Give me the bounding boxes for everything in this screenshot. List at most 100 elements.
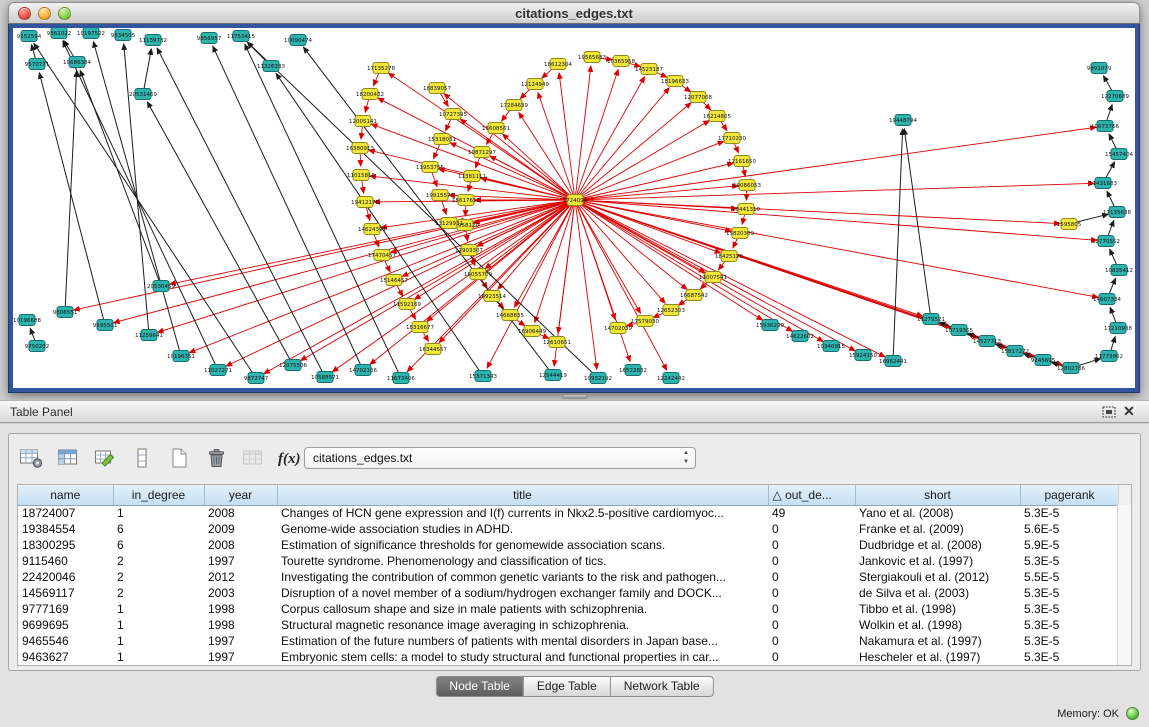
citation-edge-black[interactable] [904, 129, 931, 319]
show-columns-icon[interactable] [54, 444, 82, 472]
graph-node[interactable]: 10673766 [1091, 121, 1119, 132]
table-row[interactable]: 2242004622012Investigating the contribut… [18, 569, 1119, 585]
graph-node[interactable]: 11015816 [347, 170, 375, 181]
network-canvas[interactable]: 1724094186123041212494917284639156085611… [13, 28, 1135, 388]
graph-node[interactable]: 14702039 [604, 323, 632, 334]
citation-edge-red[interactable] [460, 119, 575, 200]
graph-node[interactable]: 15457404 [1105, 149, 1133, 160]
table-row[interactable]: 969969511998Structural magnetic resonanc… [18, 617, 1119, 633]
tab-network-table[interactable]: Network Table [611, 676, 714, 697]
graph-node[interactable]: 10365958 [607, 56, 635, 67]
graph-node[interactable]: 9806551 [53, 307, 78, 318]
graph-node[interactable]: 16687542 [680, 290, 708, 301]
citation-edge-red[interactable] [575, 103, 691, 200]
float-panel-icon[interactable] [1099, 403, 1119, 421]
splitter-handle[interactable] [562, 394, 588, 399]
graph-node[interactable]: 10441310 [732, 204, 760, 215]
table-settings-icon[interactable] [17, 444, 45, 472]
graph-node[interactable]: 20530469 [147, 281, 175, 292]
graph-node[interactable]: 9361022 [47, 28, 72, 39]
close-panel-icon[interactable]: ✕ [1119, 403, 1139, 421]
graph-node[interactable]: 9595501 [93, 320, 118, 331]
tab-edge-table[interactable]: Edge Table [524, 676, 611, 697]
graph-node[interactable]: 9891079 [1087, 63, 1112, 74]
graph-node[interactable]: 11326283 [257, 61, 285, 72]
graph-node[interactable]: 16344557 [419, 344, 447, 355]
graph-node[interactable]: 11027271 [204, 365, 232, 376]
graph-node[interactable]: 11431683 [1089, 178, 1117, 189]
citation-edge-red[interactable] [575, 186, 738, 200]
graph-node[interactable]: 16380913 [346, 143, 374, 154]
graph-node[interactable]: 16962441 [879, 356, 907, 367]
graph-node[interactable]: 14607334 [1093, 294, 1121, 305]
citation-edge-red[interactable] [559, 73, 575, 200]
graph-node[interactable]: 11279521 [917, 314, 945, 325]
graph-node[interactable]: 15608561 [482, 123, 510, 134]
table-row[interactable]: 1872400712008Changes of HCN gene express… [18, 505, 1119, 521]
zoom-window-icon[interactable] [58, 7, 71, 20]
citation-edge-black[interactable] [147, 102, 293, 365]
citation-edge-red[interactable] [114, 200, 575, 323]
column-header-name[interactable]: name [18, 485, 113, 505]
graph-node[interactable]: 17284639 [500, 100, 528, 111]
graph-node[interactable]: 12161650 [728, 156, 756, 167]
citation-network-graph[interactable]: 1724094186123041212494917284639156085611… [13, 28, 1133, 385]
graph-node[interactable]: 12544419 [539, 370, 567, 381]
citation-edge-black[interactable] [124, 44, 149, 335]
graph-node[interactable]: 17710230 [718, 133, 746, 144]
graph-node[interactable]: 12077008 [684, 92, 712, 103]
graph-node[interactable]: 17470457 [368, 250, 396, 261]
graph-node[interactable]: 18316677 [406, 322, 434, 333]
graph-node[interactable]: 10686384 [63, 57, 91, 68]
citation-edge-red[interactable] [575, 127, 1096, 200]
graph-node[interactable]: 14523187 [635, 64, 663, 75]
vertical-scrollbar[interactable] [1117, 505, 1131, 665]
graph-node[interactable]: 11753415 [227, 31, 255, 42]
graph-node[interactable]: 12652303 [657, 305, 685, 316]
graph-node[interactable]: 9856957 [197, 33, 222, 44]
graph-node[interactable]: 12005141 [349, 116, 377, 127]
close-window-icon[interactable] [18, 7, 31, 20]
column-header-title[interactable]: title [277, 485, 768, 505]
citation-edge-black[interactable] [80, 70, 161, 286]
citation-edge-red[interactable] [170, 200, 575, 284]
graph-node[interactable]: 18612304 [544, 59, 572, 70]
citation-edge-red[interactable] [575, 66, 591, 200]
table-row[interactable]: 1938455462009Genome-wide association stu… [18, 521, 1119, 537]
graph-node[interactable]: 9872747 [244, 373, 269, 384]
citation-edge-red[interactable] [391, 200, 575, 253]
table-row[interactable]: 1830029562008Estimation of significance … [18, 537, 1119, 553]
column-header-pagerank[interactable]: pagerank [1020, 485, 1119, 505]
function-builder-icon[interactable]: f(x) [276, 444, 304, 472]
graph-node[interactable]: 9152594 [17, 31, 42, 42]
table-row[interactable]: 1456911722003Disruption of a novel membe… [18, 585, 1119, 601]
column-header-in_degree[interactable]: in_degree [113, 485, 204, 505]
graph-node[interactable]: 12270689 [1101, 91, 1129, 102]
table-row[interactable]: 946554611997Estimation of the future num… [18, 633, 1119, 649]
column-header-out_degree[interactable]: △ out_de... [768, 485, 855, 505]
graph-node[interactable]: 19565683 [578, 52, 606, 63]
graph-node[interactable]: 18923514 [478, 291, 506, 302]
graph-node[interactable]: 17210938 [1104, 323, 1132, 334]
citation-edge-red[interactable] [575, 183, 1094, 200]
graph-node[interactable]: 12124949 [521, 79, 549, 90]
column-header-short[interactable]: short [855, 485, 1020, 505]
graph-node[interactable]: 18839057 [423, 83, 451, 94]
table-source-combo[interactable]: citations_edges.txt ▲▼ [304, 447, 696, 469]
graph-node[interactable]: 16906449 [518, 326, 546, 337]
graph-node[interactable]: 11773862 [1095, 351, 1123, 362]
graph-node[interactable]: 19412175 [351, 197, 379, 208]
tab-node-table[interactable]: Node Table [435, 676, 524, 697]
graph-node[interactable]: 11953755 [416, 162, 444, 173]
graph-node[interactable]: 10090474 [284, 35, 312, 46]
graph-node[interactable]: 11673406 [387, 373, 415, 384]
graph-node[interactable]: 19915576 [426, 190, 454, 201]
table-row[interactable]: 911546021997Tourette syndrome. Phenomeno… [18, 553, 1119, 569]
citation-edge-red[interactable] [388, 73, 575, 200]
citation-edge-black[interactable] [143, 49, 151, 94]
citation-edge-black[interactable] [893, 129, 903, 361]
graph-node[interactable]: 10196688 [13, 315, 41, 326]
table-row[interactable]: 977716911998Corpus callosum shape and si… [18, 601, 1119, 617]
delete-icon[interactable] [202, 444, 230, 472]
graph-node[interactable]: 19448794 [889, 115, 917, 126]
